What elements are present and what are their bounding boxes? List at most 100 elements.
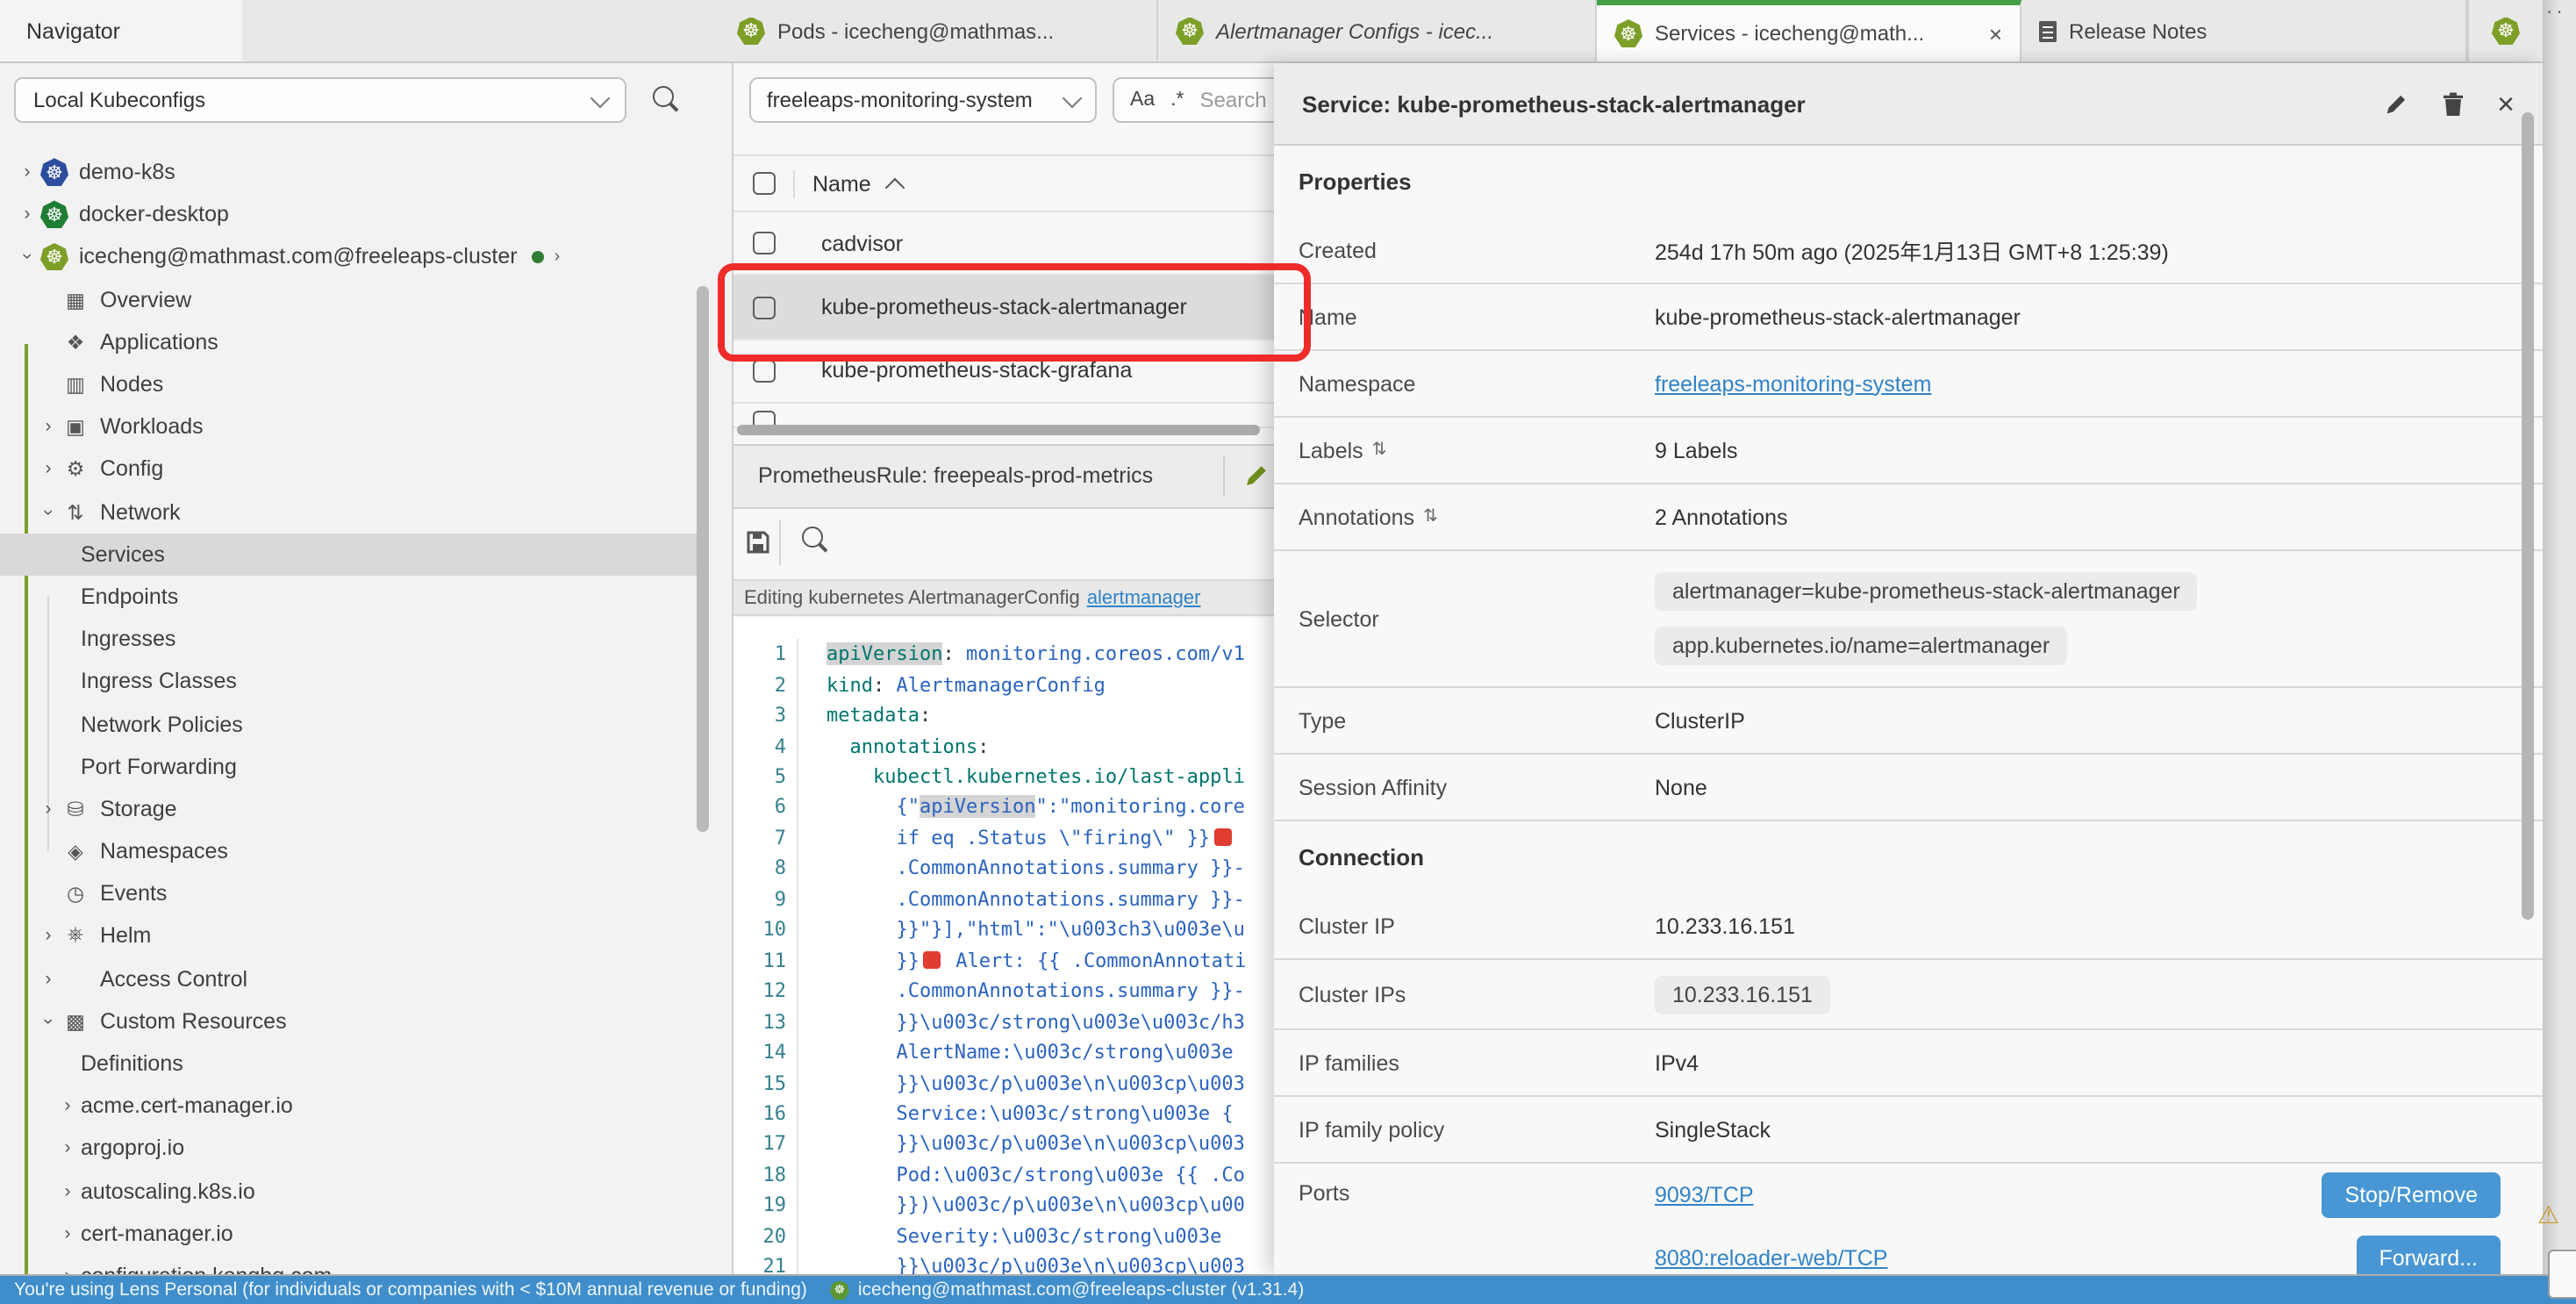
chevron-expanded-icon[interactable]: › [38,1008,59,1035]
sidebar-item-access-control[interactable]: ›Access Control [0,957,697,999]
line-code: Pod:\u003c/strong\u003e {{ .Co [798,1164,1245,1186]
chevron-collapsed-icon[interactable]: › [54,1265,81,1274]
match-case-icon[interactable]: Aa [1130,90,1155,111]
active-cluster-text[interactable]: icecheng@mathmast.com@freeleaps-cluster … [858,1279,1304,1300]
sidebar-item-label: Custom Resources [100,1009,287,1034]
drawer-row-session-affinity: Session AffinityNone [1274,755,2543,821]
sidebar-item-docker-desktop[interactable]: ›☸docker-desktop [0,193,697,235]
name-column-header[interactable]: Name [812,171,871,196]
drawer-scrollbar[interactable] [2522,112,2534,920]
sidebar-item-argoproj-io[interactable]: ›argoproj.io [0,1128,697,1170]
chevron-expanded-icon[interactable]: › [38,498,59,525]
sidebar-item-config[interactable]: ›⚙Config [0,448,697,491]
sidebar-item-port-forwarding[interactable]: Port Forwarding [0,745,697,787]
chevron-collapsed-icon[interactable]: › [35,799,61,820]
port-link[interactable]: 9093/TCP [1655,1183,1754,1207]
helm-icon: ⎈ [61,925,89,948]
close-icon[interactable]: × [2497,89,2515,118]
tab-services-icecheng-math-[interactable]: ☸Services - icecheng@math...× [1597,0,2021,61]
sidebar-item-events[interactable]: ◷Events [0,872,697,914]
tab-alertmanager-configs-ice[interactable]: ☸Alertmanager Configs - icec... [1158,0,1597,61]
sidebar-item-network[interactable]: ›⇅Network [0,491,697,533]
navigator-tab-label: Navigator [26,18,120,43]
tab-partial[interactable]: ☸ [2467,0,2543,61]
tab-pods-icecheng-mathmas-[interactable]: ☸Pods - icecheng@mathmas... [719,0,1158,61]
sidebar-item-ingress-classes[interactable]: Ingress Classes [0,661,697,703]
chevron-collapsed-icon[interactable]: › [35,968,61,989]
sidebar-item-label: acme.cert-manager.io [81,1093,293,1118]
forward-button[interactable]: Forward... [2356,1236,2501,1274]
chevron-collapsed-icon[interactable]: › [14,161,40,183]
storage-icon: ⛁ [61,797,89,821]
stop-removebutton[interactable]: Stop/Remove [2322,1172,2501,1218]
namespace-link[interactable]: freeleaps-monitoring-system [1655,371,1931,396]
chevron-expanded-icon[interactable]: › [17,244,38,270]
sidebar-item-acme-cert-manager-io[interactable]: ›acme.cert-manager.io [0,1085,697,1127]
sidebar-item-overview[interactable]: ▦Overview [0,278,697,320]
search-icon[interactable] [653,86,674,107]
regex-icon[interactable]: .* [1170,90,1184,111]
editor-search-icon[interactable] [802,527,823,548]
sidebar-item-autoscaling-k8s-io[interactable]: ›autoscaling.k8s.io [0,1170,697,1212]
toolbar-divider [1223,456,1225,498]
sidebar-item-label: configuration.konghq.com [81,1264,332,1274]
row-label: Cluster IP [1299,914,1395,938]
sidebar-item-services[interactable]: Services [0,533,697,575]
chevron-collapsed-icon[interactable]: › [14,204,40,226]
breadcrumb-resource-link[interactable]: alertmanager [1087,587,1201,608]
sidebar-item-applications[interactable]: ❖Applications [0,321,697,363]
sidebar-item-network-policies[interactable]: Network Policies [0,703,697,745]
horizontal-scrollbar[interactable] [737,424,1260,434]
row-value: 2 Annotations [1655,505,1788,529]
sidebar-item-endpoints[interactable]: Endpoints [0,576,697,618]
line-code: }} Alert: {{ .CommonAnnotati [798,949,1246,972]
sidebar-item-definitions[interactable]: Definitions [0,1042,697,1085]
chevron-collapsed-icon[interactable]: › [35,926,61,947]
chevron-collapsed-icon[interactable]: › [54,1223,81,1244]
sidebar-item-workloads[interactable]: ›▣Workloads [0,405,697,448]
sort-ascending-icon[interactable] [885,177,905,197]
chevron-collapsed-icon[interactable]: › [54,1180,81,1201]
sidebar-item-label: cert-manager.io [81,1222,233,1246]
sidebar-item-label: Services [81,542,165,567]
sidebar-item-configuration-konghq-com[interactable]: ›configuration.konghq.com [0,1255,697,1274]
sidebar-item-icecheng-mathmast-com-freeleaps-cluster[interactable]: ›☸icecheng@mathmast.com@freeleaps-cluste… [0,236,697,278]
line-code: }}\u003c/p\u003e\n\u003cp\u003 [798,1256,1245,1274]
sidebar-item-namespaces[interactable]: ◈Namespaces [0,830,697,872]
edit-pencil-icon[interactable] [1242,462,1270,491]
tab-release-notes[interactable]: Release Notes [2021,0,2467,61]
chevron-collapsed-icon[interactable]: › [35,459,61,480]
expand-toggle-icon[interactable]: ⇅ [1372,441,1387,460]
sidebar-scrollbar[interactable] [697,286,709,832]
row-label: Type [1299,708,1346,733]
value-chip: 10.233.16.151 [1655,975,1830,1014]
sidebar-item-ingresses[interactable]: Ingresses [0,618,697,660]
sidebar-item-cert-manager-io[interactable]: ›cert-manager.io [0,1212,697,1254]
port-link[interactable]: 8080:reloader-web/TCP [1655,1246,1887,1271]
row-checkbox[interactable] [753,360,776,383]
namespaces-icon: ◈ [61,839,89,863]
chevron-collapsed-icon[interactable]: › [35,416,61,437]
tab-close-icon[interactable]: × [1989,20,2002,47]
sidebar-item-storage[interactable]: ›⛁Storage [0,788,697,830]
sidebar-item-helm[interactable]: ›⎈Helm [0,915,697,957]
edit-pencil-icon[interactable] [2383,90,2409,117]
expand-toggle-icon[interactable]: ⇅ [1423,507,1438,527]
sidebar-item-nodes[interactable]: ▥Nodes [0,363,697,405]
tab-label: Alertmanager Configs - icec... [1216,18,1493,43]
navigator-tab[interactable]: Navigator [0,0,242,61]
apps-icon: ❖ [61,330,89,355]
chevron-collapsed-icon[interactable]: › [54,1095,81,1116]
row-label: Cluster IPs [1299,982,1406,1007]
kubeconfig-select[interactable]: Local Kubeconfigs [14,77,626,123]
toolbar-divider [779,519,781,565]
save-icon[interactable] [746,530,770,555]
namespace-select[interactable]: freeleaps-monitoring-system [749,77,1097,123]
delete-trash-icon[interactable] [2441,90,2465,117]
open-cluster-chevron[interactable]: › [555,247,561,267]
chevron-collapsed-icon[interactable]: › [54,1138,81,1159]
sidebar-item-custom-resources[interactable]: ›▩Custom Resources [0,1000,697,1042]
sidebar-item-demo-k8s[interactable]: ›☸demo-k8s [0,151,697,193]
select-all-checkbox[interactable] [753,172,776,195]
row-checkbox[interactable] [753,232,776,254]
